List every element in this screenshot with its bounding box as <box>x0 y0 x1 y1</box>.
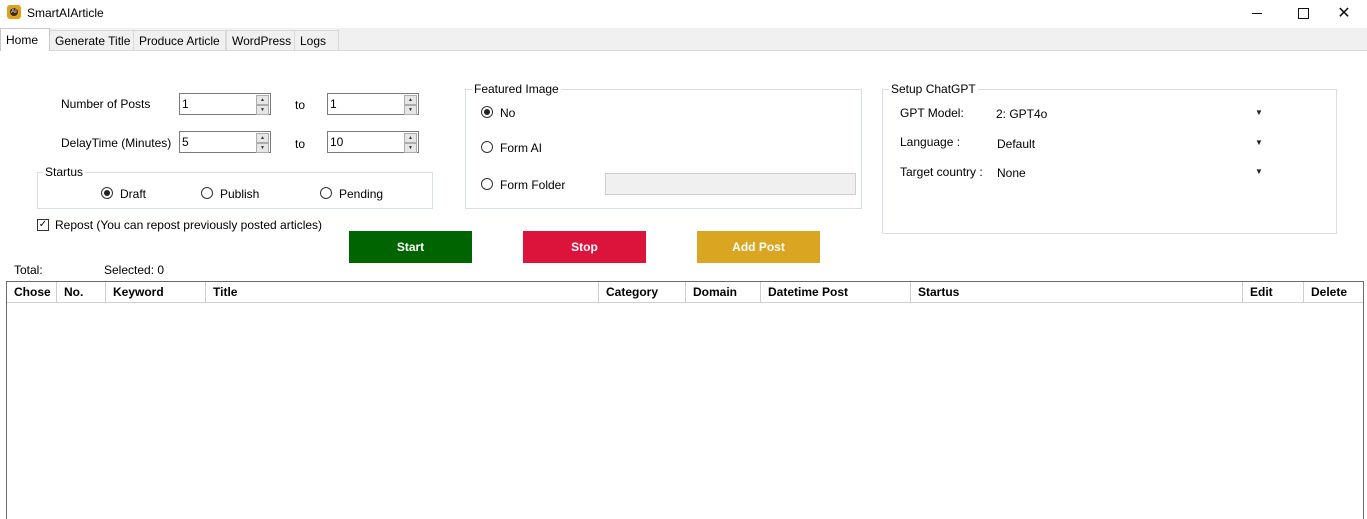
column-domain[interactable]: Domain <box>686 282 761 302</box>
column-chose[interactable]: Chose <box>7 282 57 302</box>
spin-up-icon[interactable]: ▲ <box>256 95 269 105</box>
start-button[interactable]: Start <box>349 231 472 263</box>
number-of-posts-to-value: 1 <box>330 97 337 111</box>
spin-up-icon[interactable]: ▲ <box>256 133 269 143</box>
number-of-posts-label: Number of Posts <box>61 97 151 111</box>
spin-down-icon[interactable]: ▼ <box>404 143 417 153</box>
number-of-posts-from-stepper[interactable]: 1 ▲ ▼ <box>179 93 271 115</box>
folder-path-field[interactable] <box>605 173 856 195</box>
column-datetime-post[interactable]: Datetime Post <box>761 282 911 302</box>
repost-label[interactable]: Repost (You can repost previously posted… <box>55 218 322 232</box>
spin-up-icon[interactable]: ▲ <box>404 133 417 143</box>
delay-to-stepper[interactable]: 10 ▲ ▼ <box>327 131 419 153</box>
column-delete[interactable]: Delete <box>1304 282 1363 302</box>
column-category[interactable]: Category <box>599 282 686 302</box>
language-dropdown-icon[interactable]: ▼ <box>1251 133 1267 153</box>
column-title[interactable]: Title <box>206 282 599 302</box>
status-publish-label[interactable]: Publish <box>220 187 259 201</box>
status-group-legend: Startus <box>43 165 86 179</box>
tab-logs[interactable]: Logs <box>294 30 339 50</box>
close-window-button-main[interactable]: ✕ <box>1321 0 1367 26</box>
close-icon: ✕ <box>1337 5 1351 22</box>
delay-to-value: 10 <box>330 135 344 149</box>
column-no[interactable]: No. <box>57 282 106 302</box>
featured-no-radio[interactable] <box>481 106 493 118</box>
spin-down-icon[interactable]: ▼ <box>256 105 269 115</box>
column-status[interactable]: Startus <box>911 282 1243 302</box>
status-pending-radio[interactable] <box>320 187 332 199</box>
delay-time-label: DelayTime (Minutes) <box>61 136 172 150</box>
gpt-model-label: GPT Model: <box>900 106 964 120</box>
spin-down-icon[interactable]: ▼ <box>404 105 417 115</box>
language-label: Language : <box>900 135 961 149</box>
status-publish-radio[interactable] <box>201 187 213 199</box>
status-pending-label[interactable]: Pending <box>339 187 383 201</box>
featured-ai-radio[interactable] <box>481 141 493 153</box>
featured-ai-label[interactable]: Form AI <box>500 141 542 155</box>
featured-folder-radio[interactable] <box>481 178 493 190</box>
chatgpt-legend: Setup ChatGPT <box>889 82 978 96</box>
featured-folder-label[interactable]: Form Folder <box>500 178 565 192</box>
column-keyword[interactable]: Keyword <box>106 282 206 302</box>
target-country-label: Target country : <box>900 165 983 179</box>
stop-button[interactable]: Stop <box>523 231 646 263</box>
delay-from-value: 5 <box>182 135 189 149</box>
featured-image-legend: Featured Image <box>472 82 561 96</box>
minimize-window-button-main[interactable] <box>1234 0 1280 26</box>
window-title: SmartAIArticle <box>27 6 104 20</box>
minimize-icon <box>1252 12 1262 14</box>
posts-table[interactable] <box>6 281 1364 519</box>
number-of-posts-to-stepper[interactable]: 1 ▲ ▼ <box>327 93 419 115</box>
status-draft-label[interactable]: Draft <box>120 187 146 201</box>
column-edit[interactable]: Edit <box>1243 282 1304 302</box>
target-country-dropdown-icon[interactable]: ▼ <box>1251 162 1267 182</box>
gpt-model-dropdown-icon[interactable]: ▼ <box>1251 103 1267 123</box>
add-post-button[interactable]: Add Post <box>697 231 820 263</box>
app-logo-icon: AI <box>7 5 21 19</box>
language-value[interactable]: Default <box>997 137 1035 151</box>
spin-down-icon[interactable]: ▼ <box>256 143 269 153</box>
delay-from-stepper[interactable]: 5 ▲ ▼ <box>179 131 271 153</box>
to-label: to <box>295 98 306 112</box>
to-label: to <box>295 137 306 151</box>
status-draft-radio[interactable] <box>101 187 113 199</box>
selected-count-label: Selected: 0 <box>104 263 165 277</box>
tab-generate-title[interactable]: Generate Title <box>49 30 137 50</box>
target-country-value[interactable]: None <box>997 166 1026 180</box>
featured-no-label[interactable]: No <box>500 106 515 120</box>
maximize-icon <box>1297 7 1309 19</box>
maximize-window-button-main[interactable] <box>1280 0 1326 26</box>
tab-wordpress[interactable]: WordPress <box>226 30 298 50</box>
number-of-posts-from-value: 1 <box>182 97 189 111</box>
spin-up-icon[interactable]: ▲ <box>404 95 417 105</box>
tab-produce-article[interactable]: Produce Article <box>133 30 226 50</box>
gpt-model-value[interactable]: 2: GPT4o <box>996 107 1047 121</box>
tab-home[interactable]: Home <box>0 28 50 51</box>
repost-checkbox[interactable]: ✓ <box>37 219 49 231</box>
title-bar <box>0 0 1367 26</box>
total-label: Total: <box>14 263 43 277</box>
